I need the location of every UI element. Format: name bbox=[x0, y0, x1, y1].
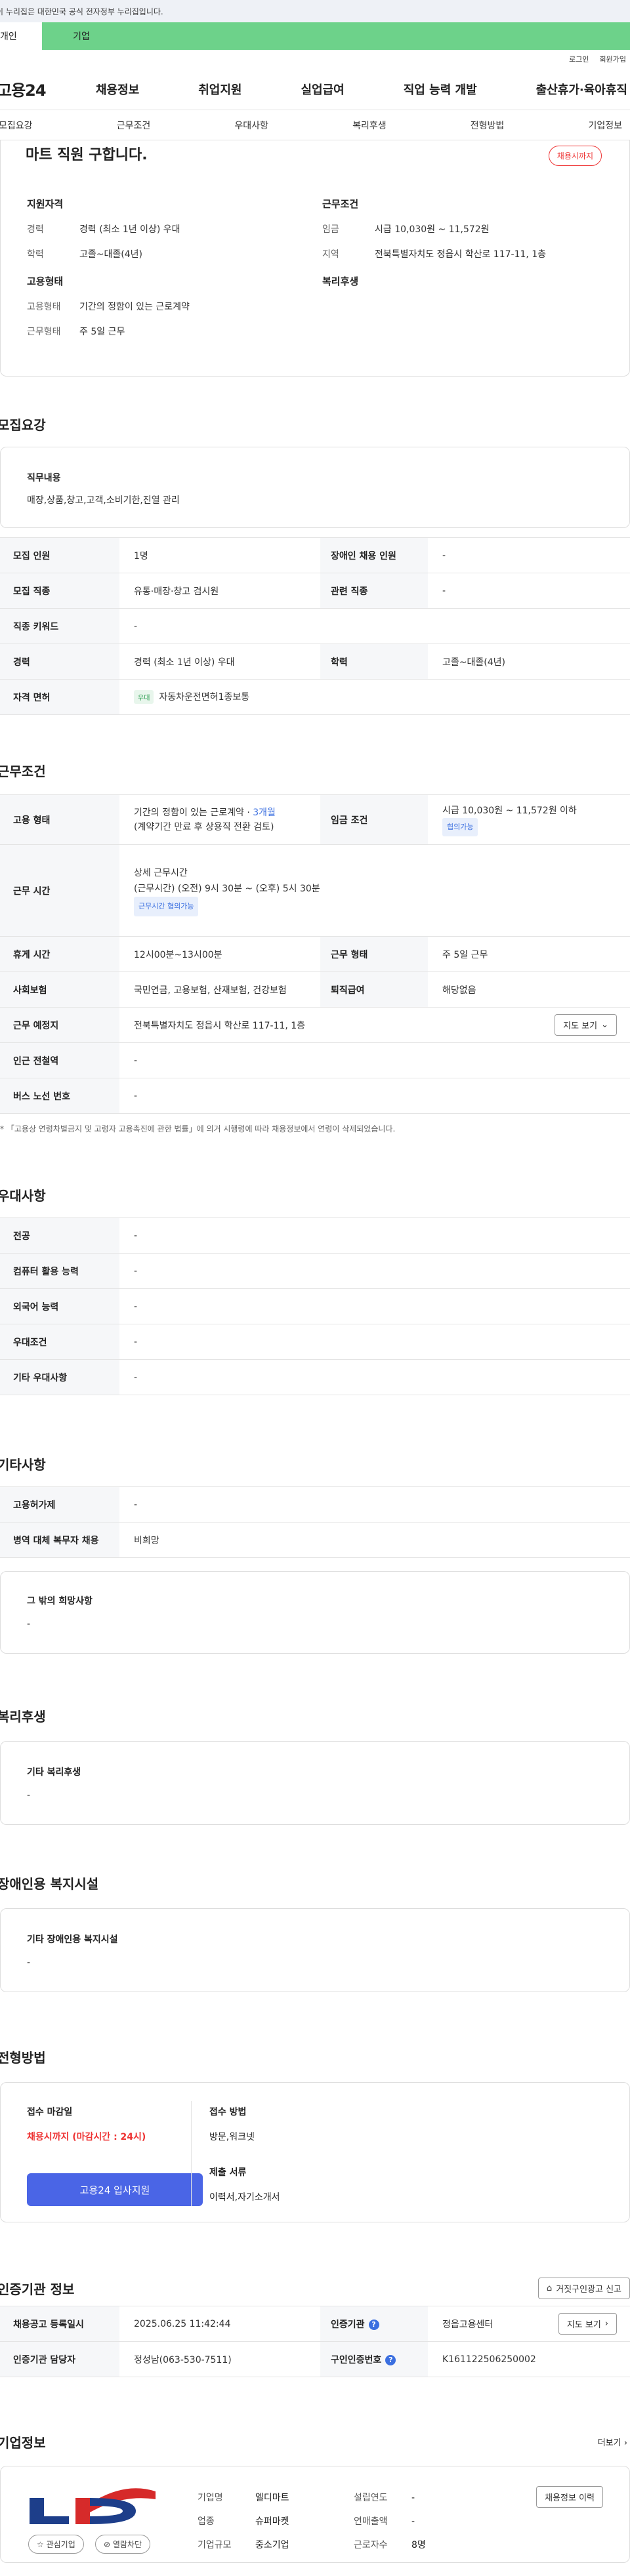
top-links: 로그인 회원가입 bbox=[0, 50, 630, 68]
job-title: 마트 직원 구합니다. bbox=[26, 147, 148, 163]
welfare-summary: 복리후생 bbox=[322, 276, 359, 287]
disabled-box: 기타 장애인용 복지시설 - bbox=[0, 1908, 630, 1992]
pref-tag: 우대 bbox=[134, 690, 154, 704]
welfare-title: 복리후생 bbox=[0, 1709, 46, 1725]
pref-title: 우대사항 bbox=[0, 1188, 46, 1204]
more-link[interactable]: 더보기 › bbox=[598, 2436, 627, 2448]
info-icon[interactable]: ? bbox=[385, 2354, 396, 2365]
tab-company[interactable]: 기업 bbox=[42, 22, 121, 50]
company-logo bbox=[24, 2480, 162, 2528]
company-header: 기업정보 더보기 › bbox=[0, 2432, 630, 2451]
section-nav: 모집요강 근무조건 우대사항 복리후생 전형방법 기업정보 bbox=[0, 110, 630, 140]
favorite-button[interactable]: ☆ 관심기업 bbox=[28, 2535, 84, 2554]
welfare-box: 기타 복리후생 - bbox=[0, 1741, 630, 1825]
cert-header: 인증기관 정보 ⌂ 거짓구인광고 신고 bbox=[0, 2278, 630, 2299]
logo[interactable]: 고용24 bbox=[0, 77, 96, 100]
process-title: 전형방법 bbox=[0, 2050, 46, 2066]
subnav-welfare[interactable]: 복리후생 bbox=[352, 119, 387, 132]
gnb-training[interactable]: 직업 능력 개발 bbox=[404, 81, 477, 98]
apply-button[interactable]: 고용24 입사지원 bbox=[27, 2173, 203, 2206]
recruit-table: 모집 인원 1명 장애인 채용 인원 - 모집 직종 유통·매장·창고 검시원 관련 직종… bbox=[0, 537, 630, 715]
subnav-work[interactable]: 근무조건 bbox=[117, 119, 151, 132]
block-button[interactable]: ⊘ 열람차단 bbox=[95, 2535, 151, 2554]
etc-title: 기타사항 bbox=[0, 1457, 46, 1473]
chevron-right-icon: › bbox=[604, 2319, 608, 2329]
deadline-badge: 채용시까지 bbox=[548, 146, 602, 166]
company-title: 기업정보 bbox=[0, 2435, 46, 2451]
summary-card: 마트 직원 구합니다. 채용시까지 지원자격 경력 경력 (최소 1년 이상) 우… bbox=[0, 140, 630, 377]
home-icon: ⌂ bbox=[546, 2283, 553, 2293]
cert-map-button[interactable]: 지도 보기 › bbox=[558, 2313, 617, 2335]
gnb-benefit[interactable]: 실업급여 bbox=[301, 81, 345, 98]
process-box: 접수 마감일 채용시까지 (마감시간 : 24시) 고용24 입사지원 접수 방… bbox=[0, 2082, 630, 2222]
report-button[interactable]: ⌂ 거짓구인광고 신고 bbox=[537, 2278, 630, 2299]
global-nav: 고용24 채용정보 취업지원 실업급여 직업 능력 개발 출산휴가·육아휴직 bbox=[0, 68, 630, 110]
etc-table: 고용허가제 - 병역 대체 복무자 채용 비희망 bbox=[0, 1486, 630, 1558]
cert-title: 인증기관 정보 bbox=[0, 2281, 75, 2297]
company-box: ☆ 관심기업 ⊘ 열람차단 기업명 엘디마트 설립연도 - 업종 슈퍼마켓 연매출액 - 기… bbox=[0, 2466, 630, 2563]
signup-link[interactable]: 회원가입 bbox=[600, 54, 626, 64]
company-logo-image bbox=[30, 2488, 156, 2524]
work-table: 고용 형태 기간의 정함이 있는 근로계약 · 3개월 (계약기간 만료 후 상용… bbox=[0, 794, 630, 1114]
login-link[interactable]: 로그인 bbox=[569, 54, 589, 64]
pref-table: 전공 - 컴퓨터 활용 능력 - 외국어 능력 - 우대조건 - 기타 우대사항 - bbox=[0, 1217, 630, 1395]
gnb-support[interactable]: 취업지원 bbox=[198, 81, 242, 98]
divider bbox=[191, 2101, 192, 2206]
qualification: 지원자격 경력 경력 (최소 1년 이상) 우대 학력 고졸~대졸(4년) bbox=[27, 198, 180, 260]
tab-personal[interactable]: 개인 bbox=[0, 22, 42, 50]
subnav-company[interactable]: 기업정보 bbox=[588, 119, 622, 132]
recruit-title: 모집요강 bbox=[0, 417, 46, 433]
duty-box: 직무내용 매장,상품,창고,고객,소비기한,진열 관리 bbox=[0, 447, 630, 528]
employment-type: 고용형태 고용형태 기간의 정함이 있는 근로계약 근무형태 주 5일 근무 bbox=[27, 276, 190, 337]
work-title: 근무조건 bbox=[0, 764, 46, 779]
info-icon[interactable]: ? bbox=[368, 2319, 379, 2330]
map-button[interactable]: 지도 보기 ⌄ bbox=[555, 1014, 617, 1036]
hiring-history-button[interactable]: 채용정보 이력 bbox=[536, 2486, 603, 2508]
deadline-text: 채용시까지 (마감시간 : 24시) bbox=[27, 2132, 146, 2142]
gov-banner: 이 누리집은 대한민국 공식 전자정부 누리집입니다. bbox=[0, 0, 630, 22]
conditions: 근무조건 임금 시급 10,030원 ~ 11,572원 지역 전북특별자치도 정읍… bbox=[322, 198, 547, 260]
age-note: * 「고용상 연령차별금지 및 고령자 고용촉진에 관한 법률」에 의거 시행령… bbox=[0, 1124, 396, 1134]
chevron-down-icon: ⌄ bbox=[601, 1020, 608, 1030]
job-posting-page: 이 누리집은 대한민국 공식 전자정부 누리집입니다. 개인 기업 로그인 회원… bbox=[0, 0, 630, 2576]
user-tabs: 개인 기업 bbox=[0, 22, 630, 50]
chevron-right-icon: › bbox=[623, 2438, 627, 2448]
subnav-recruit[interactable]: 모집요강 bbox=[0, 119, 33, 132]
star-icon: ☆ bbox=[37, 2540, 44, 2549]
disabled-title: 장애인용 복지시설 bbox=[0, 1876, 99, 1892]
subnav-pref[interactable]: 우대사항 bbox=[234, 119, 268, 132]
gnb-jobs[interactable]: 채용정보 bbox=[96, 81, 139, 98]
cert-table: 채용공고 등록일시 2025.06.25 11:42:44 인증기관? 정읍고용센… bbox=[0, 2306, 630, 2377]
company-info: 기업명 엘디마트 설립연도 - 업종 슈퍼마켓 연매출액 - 기업규모 중소기업 근로자수 8명 bbox=[198, 2493, 426, 2550]
subnav-process[interactable]: 전형방법 bbox=[471, 119, 505, 132]
block-icon: ⊘ bbox=[104, 2540, 111, 2549]
hope-box: 그 밖의 희망사항 - bbox=[0, 1571, 630, 1654]
gnb-leave[interactable]: 출산휴가·육아휴직 bbox=[536, 81, 627, 98]
